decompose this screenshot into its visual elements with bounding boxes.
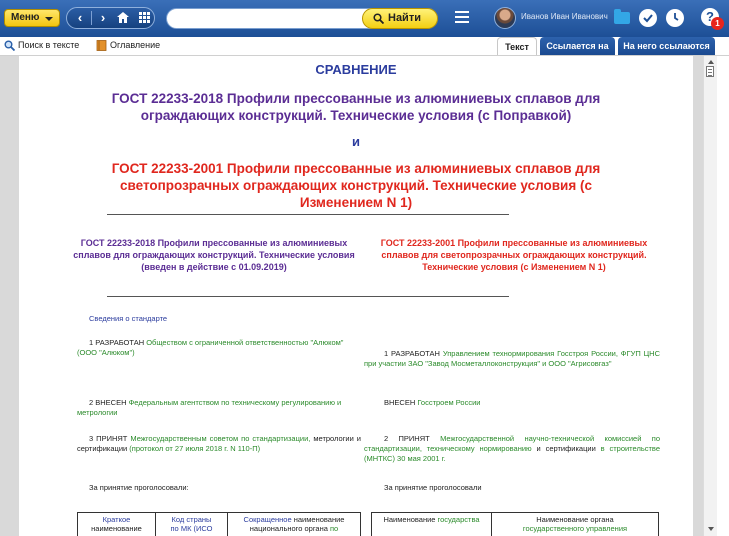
right-voted-label: За принятие проголосовали [384, 483, 482, 492]
document-toolbar: Поиск в тексте Оглавление Текст Ссылаетс… [0, 37, 729, 56]
vertical-scrollbar[interactable] [703, 56, 717, 536]
new-standard-title[interactable]: ГОСТ 22233-2018 Профили прессованные из … [109, 90, 603, 124]
search-box: Найти [166, 8, 438, 29]
home-icon[interactable] [112, 8, 134, 28]
right-paragraph-submitted: ВНЕСЕН Госстроем России [384, 398, 481, 408]
contents-button[interactable]: Оглавление [96, 40, 161, 51]
left-paragraph-adopted: 3 ПРИНЯТ Межгосударственным советом по с… [77, 434, 361, 454]
left-p1-prefix: 1 РАЗРАБОТАН [89, 338, 147, 347]
divider-line [107, 214, 509, 215]
table-header-short-name-1: Краткое [102, 515, 131, 524]
left-paragraph-developed: 1 РАЗРАБОТАН Обществом с ограниченной от… [77, 338, 361, 358]
table-header-country-code-2: по МК (ИСО [170, 524, 213, 533]
table-header-cell: Наименование органа государственного упра… [491, 512, 659, 536]
tab-referenced-by-label: На него ссылаются [623, 41, 710, 51]
table-header-body-2a: национального органа [249, 524, 330, 533]
notification-badge: 1 [711, 17, 724, 30]
navigation-group: ‹ › [66, 7, 155, 29]
document-heading: СРАВНЕНИЕ [315, 62, 397, 77]
left-voting-table: Краткое наименование Код страны по МК (ИСО… [77, 512, 361, 536]
table-header-short-name-2: наименование [91, 524, 142, 533]
menu-label: Меню [11, 12, 40, 23]
forward-arrow-icon[interactable]: › [92, 8, 114, 28]
tab-text-label: Текст [505, 42, 529, 52]
left-p2-prefix: 2 ВНЕСЕН [89, 398, 129, 407]
standard-info-heading: Сведения о стандарте [89, 314, 168, 323]
magnifier-icon [4, 40, 15, 51]
find-button[interactable]: Найти [362, 8, 438, 29]
left-voted-label: За принятие проголосовали: [89, 483, 189, 492]
table-header-state-1: Наименование [383, 515, 438, 524]
search-input[interactable] [175, 11, 355, 26]
avatar[interactable] [494, 7, 516, 29]
old-standard-title[interactable]: ГОСТ 22233-2001 Профили прессованные из … [89, 160, 623, 211]
right-voting-table: Наименование государства Наименование ор… [371, 512, 659, 536]
left-p3-link-protocol[interactable]: (протокол от 27 июля 2018 г. N 110-П) [129, 444, 260, 453]
right-column-title: ГОСТ 22233-2001 Профили прессованные из … [380, 238, 648, 272]
conjunction-and: и [352, 134, 360, 149]
book-icon [96, 40, 107, 51]
left-p3-link-council[interactable]: Межгосударственным советом по стандартиз… [130, 434, 310, 443]
document-page: СРАВНЕНИЕ ГОСТ 22233-2018 Профили прессо… [19, 56, 693, 536]
tab-text[interactable]: Текст [497, 37, 537, 55]
right-margin [717, 56, 729, 536]
right-p2-prefix: ВНЕСЕН [384, 398, 418, 407]
find-label: Найти [388, 12, 421, 24]
divider-line [107, 296, 509, 297]
tab-references-label: Ссылается на [546, 41, 609, 51]
tab-references[interactable]: Ссылается на [540, 37, 615, 55]
right-paragraph-adopted: 2 ПРИНЯТ Межгосударственной научно-техни… [364, 434, 660, 464]
document-list-icon[interactable] [706, 66, 714, 77]
back-arrow-icon[interactable]: ‹ [69, 8, 91, 28]
right-p3-prefix: 2 ПРИНЯТ [384, 434, 441, 443]
search-in-text-label: Поиск в тексте [18, 40, 80, 50]
left-column-effective-date: (введен в действие с 01.09.2019) [141, 262, 287, 272]
folder-icon[interactable] [614, 9, 630, 24]
contents-label: Оглавление [110, 40, 161, 50]
table-header-body-2b: по [329, 524, 339, 533]
right-p1-prefix: 1 РАЗРАБОТАН [384, 349, 443, 358]
top-bar: Меню ‹ › Найти Иванов Иван Иванович ? 1 [0, 0, 729, 37]
table-header-country-code-1: Код страны [171, 515, 212, 524]
scroll-up-arrow-icon[interactable] [708, 60, 714, 64]
left-p3-prefix: 3 ПРИНЯТ [89, 434, 131, 443]
right-p2-link[interactable]: Госстроем России [417, 398, 480, 407]
hamburger-menu-icon[interactable] [455, 11, 469, 24]
grid-apps-icon[interactable] [133, 8, 155, 28]
table-header-cell: Сокращенное наименование национального ор… [227, 512, 361, 536]
user-name[interactable]: Иванов Иван Иванович [521, 12, 608, 21]
scroll-down-arrow-icon[interactable] [708, 527, 714, 531]
help-button[interactable]: ? 1 [701, 8, 724, 30]
left-paragraph-submitted: 2 ВНЕСЕН Федеральным агентством по техни… [77, 398, 361, 418]
table-header-body-1a: Сокращенное [243, 515, 294, 524]
clock-icon[interactable] [666, 9, 684, 27]
table-header-state-2: государства [437, 515, 480, 524]
left-column-title-text: ГОСТ 22233-2018 Профили прессованные из … [73, 238, 355, 260]
user-area: Иванов Иван Иванович [494, 7, 712, 29]
table-header-cell: Наименование государства [371, 512, 492, 536]
menu-caret-icon [45, 17, 53, 21]
table-header-cell: Код страны по МК (ИСО [155, 512, 228, 536]
search-icon [373, 13, 384, 24]
right-paragraph-developed: 1 РАЗРАБОТАН Управлением технормирования… [364, 349, 660, 369]
right-p3-mid: и сертификации [531, 444, 601, 453]
left-column-title: ГОСТ 22233-2018 Профили прессованные из … [69, 237, 359, 273]
check-circle-icon[interactable] [639, 9, 657, 27]
tab-referenced-by[interactable]: На него ссылаются [618, 37, 715, 55]
table-header-cell: Краткое наименование [77, 512, 156, 536]
table-header-body-1b: наименование [293, 515, 345, 524]
table-header-authority-1: Наименование органа [536, 515, 614, 524]
table-header-authority-2: государственного управления [522, 524, 628, 533]
menu-button[interactable]: Меню [4, 9, 60, 27]
search-in-text-button[interactable]: Поиск в тексте [4, 40, 80, 51]
